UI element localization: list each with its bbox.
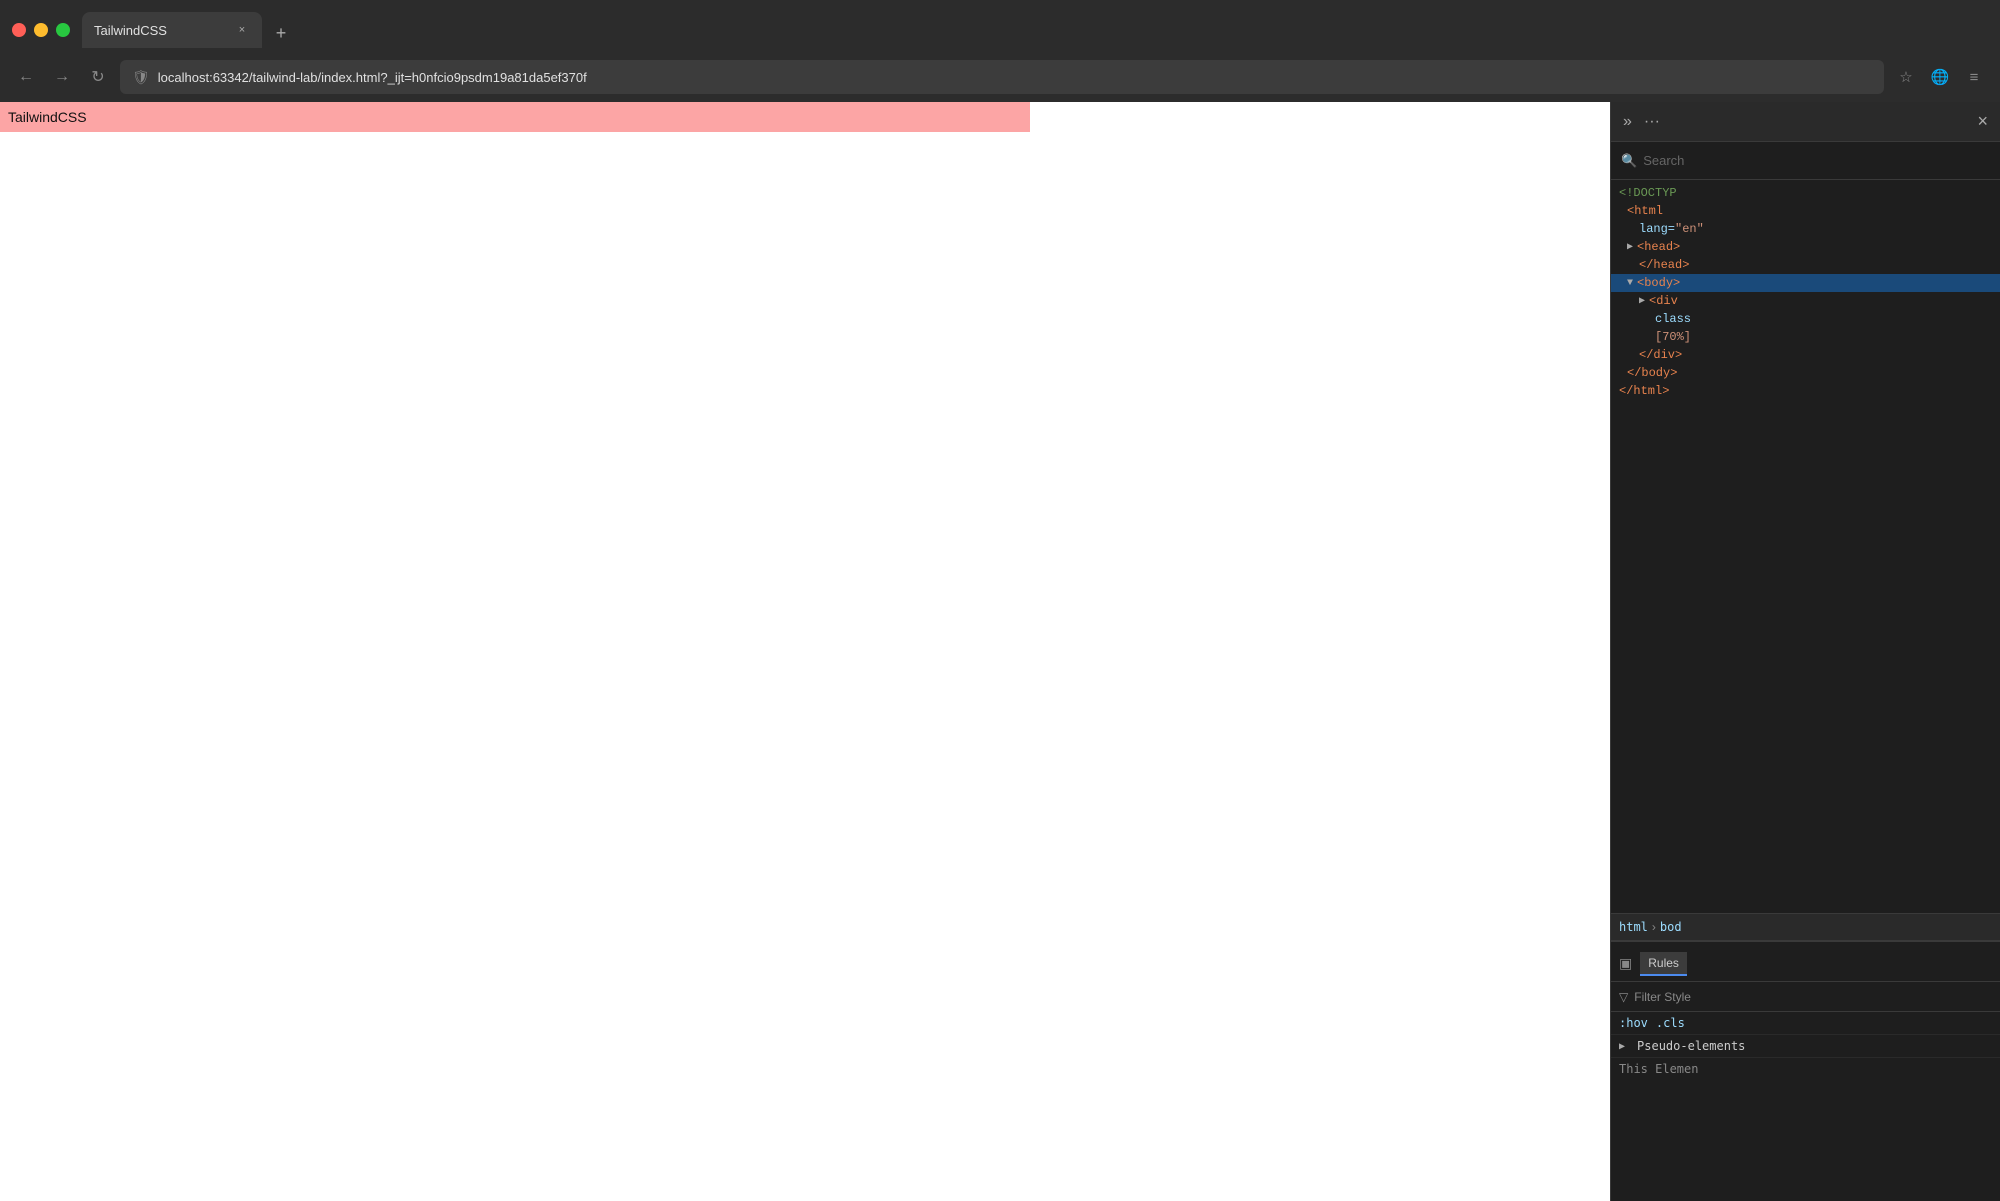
devtools-styles-panel: ▣ Rules ▽ Filter Style :hov .cls ▶ Pseud… — [1611, 941, 2000, 1201]
dom-line-body-close[interactable]: </body> — [1611, 364, 2000, 382]
filter-styles-label: Filter Style — [1634, 990, 1691, 1004]
forward-button[interactable]: → — [48, 63, 76, 91]
filter-styles-bar: ▽ Filter Style — [1611, 982, 2000, 1012]
refresh-button[interactable]: ↻ — [84, 63, 112, 91]
dom-arrow-body: ▼ — [1627, 278, 1633, 289]
minimize-traffic-light[interactable] — [34, 23, 48, 37]
devtools-search-bar: 🔍 — [1611, 142, 2000, 180]
address-bar: ← → ↻ 🛡 localhost:63342/tailwind-lab/ind… — [0, 52, 2000, 102]
browser-viewport: TailwindCSS — [0, 102, 1610, 1201]
devtools-expand-icon[interactable]: » — [1619, 109, 1636, 135]
this-element-row: This Elemen — [1611, 1058, 2000, 1080]
page-content: TailwindCSS — [0, 102, 1610, 1201]
pseudo-expand-icon[interactable]: ▶ — [1619, 1041, 1625, 1052]
banner-text: TailwindCSS — [8, 109, 87, 125]
filter-icon: ▽ — [1619, 990, 1628, 1004]
devtools-close-button[interactable]: × — [1973, 107, 1992, 136]
bookmark-button[interactable]: ☆ — [1892, 63, 1920, 91]
title-bar: TailwindCSS × + — [0, 0, 2000, 52]
dom-tree: <!DOCTYP <html lang="en" ▶ <head> </head… — [1611, 180, 2000, 913]
devtools-breadcrumb: html › bod — [1611, 913, 2000, 941]
dom-line-div-close[interactable]: </div> — [1611, 346, 2000, 364]
new-tab-button[interactable]: + — [266, 18, 296, 48]
pseudo-cls-label[interactable]: .cls — [1656, 1016, 1685, 1030]
dom-line-html-close[interactable]: </html> — [1611, 382, 2000, 400]
dom-line-class-attr[interactable]: class — [1611, 310, 2000, 328]
dom-line-class-value[interactable]: [70%] — [1611, 328, 2000, 346]
dom-arrow-div: ▶ — [1639, 295, 1645, 307]
browser-tab[interactable]: TailwindCSS × — [82, 12, 262, 48]
dom-line-div[interactable]: ▶ <div — [1611, 292, 2000, 310]
tab-title: TailwindCSS — [94, 23, 226, 38]
close-traffic-light[interactable] — [12, 23, 26, 37]
breadcrumb-html[interactable]: html — [1619, 920, 1648, 934]
devtools-search-icon: 🔍 — [1621, 153, 1637, 169]
dom-arrow-head: ▶ — [1627, 241, 1633, 253]
this-element-label: This Elemen — [1619, 1062, 1698, 1076]
dom-line-head-close[interactable]: </head> — [1611, 256, 2000, 274]
dom-line-lang[interactable]: lang="en" — [1611, 220, 2000, 238]
pseudo-hov-label[interactable]: :hov — [1619, 1016, 1648, 1030]
devtools-panel: » ··· × 🔍 <!DOCTYP <html lang="en" — [1610, 102, 2000, 1201]
main-layout: TailwindCSS » ··· × 🔍 <!DOCTYP <html — [0, 102, 2000, 1201]
styles-toolbar: ▣ Rules — [1611, 946, 2000, 982]
styles-rules-icon: ▣ — [1619, 955, 1632, 972]
devtools-toolbar: » ··· × — [1611, 102, 2000, 142]
dom-line-head[interactable]: ▶ <head> — [1611, 238, 2000, 256]
address-actions: ☆ 🌐 ≡ — [1892, 63, 1988, 91]
tab-close-button[interactable]: × — [234, 22, 250, 38]
dom-line-doctype[interactable]: <!DOCTYP — [1611, 184, 2000, 202]
url-display: localhost:63342/tailwind-lab/index.html?… — [158, 70, 1872, 85]
browser-chrome: TailwindCSS × + ← → ↻ 🛡 localhost:63342/… — [0, 0, 2000, 102]
devtools-search-input[interactable] — [1643, 153, 1990, 168]
breadcrumb-body[interactable]: bod — [1660, 920, 1682, 934]
traffic-lights — [12, 23, 70, 37]
shield-icon: 🛡 — [132, 69, 150, 86]
styles-rules-button[interactable]: Rules — [1640, 952, 1687, 976]
browser-menu-button[interactable]: ≡ — [1960, 63, 1988, 91]
pseudo-elements-label: Pseudo-elements — [1637, 1039, 1745, 1053]
pseudo-elements-row: ▶ Pseudo-elements — [1611, 1035, 2000, 1058]
pseudo-states-row: :hov .cls — [1611, 1012, 2000, 1035]
dom-line-body[interactable]: ▼ <body> — [1611, 274, 2000, 292]
tab-bar: TailwindCSS × + — [82, 12, 1988, 48]
pink-banner: TailwindCSS — [0, 102, 1030, 132]
devtools-more-icon[interactable]: ··· — [1640, 109, 1664, 135]
back-button[interactable]: ← — [12, 63, 40, 91]
maximize-traffic-light[interactable] — [56, 23, 70, 37]
address-input-wrapper[interactable]: 🛡 localhost:63342/tailwind-lab/index.htm… — [120, 60, 1884, 94]
dom-line-html[interactable]: <html — [1611, 202, 2000, 220]
browser-profile-button[interactable]: 🌐 — [1926, 63, 1954, 91]
